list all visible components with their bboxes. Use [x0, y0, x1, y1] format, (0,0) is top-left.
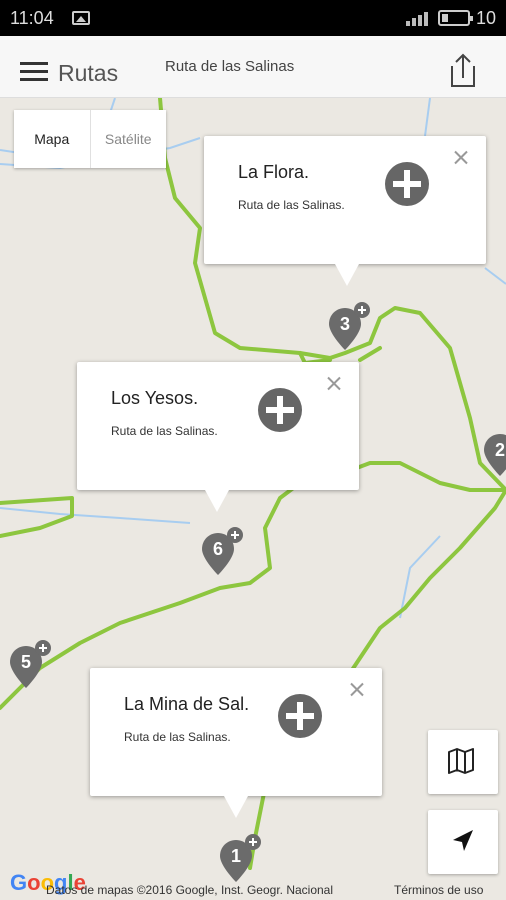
route-marker-1[interactable]: 1: [220, 834, 261, 886]
route-name: Ruta de las Salinas: [165, 58, 295, 75]
map-type-selector: Mapa Satélite: [14, 110, 166, 168]
menu-icon[interactable]: [20, 62, 48, 82]
app-title: Rutas: [58, 60, 119, 86]
battery-icon: [438, 10, 473, 26]
marker-number: 2: [494, 440, 505, 460]
status-bar: 11:04 10: [0, 0, 506, 36]
battery-level: 10: [476, 8, 497, 28]
plus-circle-icon[interactable]: [258, 388, 302, 432]
info-window-title: La Mina de Sal.: [124, 694, 250, 714]
my-location-button[interactable]: [428, 810, 498, 874]
map-type-satellite-button[interactable]: Satélite: [91, 110, 167, 168]
info-window-la-flora[interactable]: La Flora. Ruta de las Salinas.: [204, 136, 486, 286]
info-window-title: Los Yesos.: [111, 388, 199, 408]
map-layers-button[interactable]: [428, 730, 498, 794]
marker-number: 3: [339, 314, 350, 334]
share-icon[interactable]: [446, 52, 480, 90]
map-attribution: Datos de mapas ©2016 Google, Inst. Geogr…: [46, 883, 334, 897]
status-time: 11:04: [10, 8, 54, 28]
info-window-subtitle: Ruta de las Salinas.: [111, 424, 218, 438]
plus-circle-icon[interactable]: [385, 162, 429, 206]
route-marker-2[interactable]: 2: [484, 434, 506, 480]
route-marker-3[interactable]: 3: [329, 302, 370, 354]
terms-link[interactable]: Términos de uso: [394, 883, 483, 897]
route-marker-6[interactable]: 6: [202, 527, 243, 579]
marker-number: 1: [230, 846, 241, 866]
map-type-map-button[interactable]: Mapa: [14, 110, 91, 168]
info-window-subtitle: Ruta de las Salinas.: [238, 198, 345, 212]
info-window-title: La Flora.: [238, 162, 310, 182]
plus-circle-icon[interactable]: [278, 694, 322, 738]
close-icon[interactable]: [327, 376, 341, 390]
navigation-arrow-icon: [453, 830, 473, 851]
close-icon[interactable]: [454, 150, 468, 164]
app-bar: Rutas Ruta de las Salinas: [0, 36, 506, 98]
close-icon[interactable]: [350, 682, 364, 696]
map[interactable]: Mapa Satélite La Flora. Ruta de las Sali…: [0, 98, 506, 900]
info-window-la-mina-de-sal[interactable]: La Mina de Sal. Ruta de las Salinas.: [90, 668, 382, 818]
signal-icon: [406, 10, 432, 26]
marker-number: 6: [212, 539, 223, 559]
route-marker-5[interactable]: 5: [10, 640, 51, 692]
info-window-los-yesos[interactable]: Los Yesos. Ruta de las Salinas.: [77, 362, 359, 512]
info-window-subtitle: Ruta de las Salinas.: [124, 730, 231, 744]
marker-number: 5: [20, 652, 31, 672]
image-notification-icon: [72, 11, 90, 25]
map-icon: [448, 748, 474, 774]
